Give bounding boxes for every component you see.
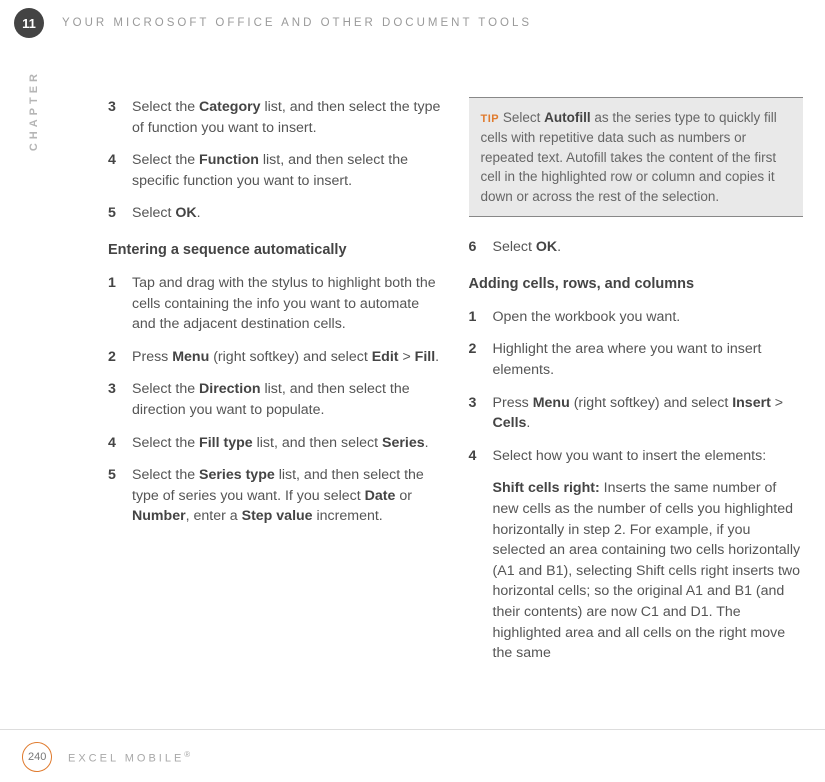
tip-callout: TIP Select Autofill as the series type t… [469, 97, 804, 217]
step-item: 3 Select the Category list, and then sel… [108, 97, 443, 138]
step-text: Select the Fill type list, and then sele… [132, 433, 443, 454]
step-item: 3 Press Menu (right softkey) and select … [469, 393, 804, 434]
step-text: Press Menu (right softkey) and select In… [493, 393, 804, 434]
step-number: 1 [108, 273, 132, 335]
step-number: 1 [469, 307, 493, 328]
step-item: 5 Select the Series type list, and then … [108, 465, 443, 527]
step-number: 4 [469, 446, 493, 467]
content-area: 3 Select the Category list, and then sel… [0, 42, 825, 664]
chapter-number-badge: 11 [14, 8, 44, 38]
footer-title: EXCEL MOBILE® [68, 750, 193, 765]
step-item: 2 Highlight the area where you want to i… [469, 339, 804, 380]
step-text: Select the Series type list, and then se… [132, 465, 443, 527]
page-footer: 240 EXCEL MOBILE® [0, 729, 825, 782]
step-number: 3 [108, 379, 132, 420]
step-item: 4 Select how you want to insert the elem… [469, 446, 804, 467]
step-number: 4 [108, 150, 132, 191]
step-text: Tap and drag with the stylus to highligh… [132, 273, 443, 335]
step-item: 1 Tap and drag with the stylus to highli… [108, 273, 443, 335]
left-column: 3 Select the Category list, and then sel… [108, 97, 443, 664]
step-number: 2 [108, 347, 132, 368]
step-text: Select the Direction list, and then sele… [132, 379, 443, 420]
step-number: 3 [469, 393, 493, 434]
step-number: 5 [108, 203, 132, 224]
right-column: TIP Select Autofill as the series type t… [469, 97, 804, 664]
step-item: 6 Select OK. [469, 237, 804, 258]
step-number: 4 [108, 433, 132, 454]
tip-label: TIP [481, 113, 500, 125]
step-number: 5 [108, 465, 132, 527]
step-text: Press Menu (right softkey) and select Ed… [132, 347, 443, 368]
subheading: Entering a sequence automatically [108, 240, 443, 261]
header-title: YOUR MICROSOFT OFFICE AND OTHER DOCUMENT… [62, 17, 532, 29]
step-text: Highlight the area where you want to ins… [493, 339, 804, 380]
subheading: Adding cells, rows, and columns [469, 274, 804, 295]
step-text: Select OK. [493, 237, 804, 258]
step-text: Select OK. [132, 203, 443, 224]
step-item: 5 Select OK. [108, 203, 443, 224]
step-number: 2 [469, 339, 493, 380]
step-item: 4 Select the Fill type list, and then se… [108, 433, 443, 454]
page-number-badge: 240 [20, 740, 54, 774]
step-item: 2 Press Menu (right softkey) and select … [108, 347, 443, 368]
step-subdescription: Shift cells right: Inserts the same numb… [493, 478, 804, 663]
step-text: Select the Category list, and then selec… [132, 97, 443, 138]
step-text: Open the workbook you want. [493, 307, 804, 328]
chapter-label-vertical: CHAPTER [28, 70, 40, 151]
step-item: 1 Open the workbook you want. [469, 307, 804, 328]
step-text: Select how you want to insert the elemen… [493, 446, 804, 467]
step-text: Select the Function list, and then selec… [132, 150, 443, 191]
step-number: 3 [108, 97, 132, 138]
step-number: 6 [469, 237, 493, 258]
page-header: 11 YOUR MICROSOFT OFFICE AND OTHER DOCUM… [0, 0, 825, 42]
step-item: 3 Select the Direction list, and then se… [108, 379, 443, 420]
step-item: 4 Select the Function list, and then sel… [108, 150, 443, 191]
